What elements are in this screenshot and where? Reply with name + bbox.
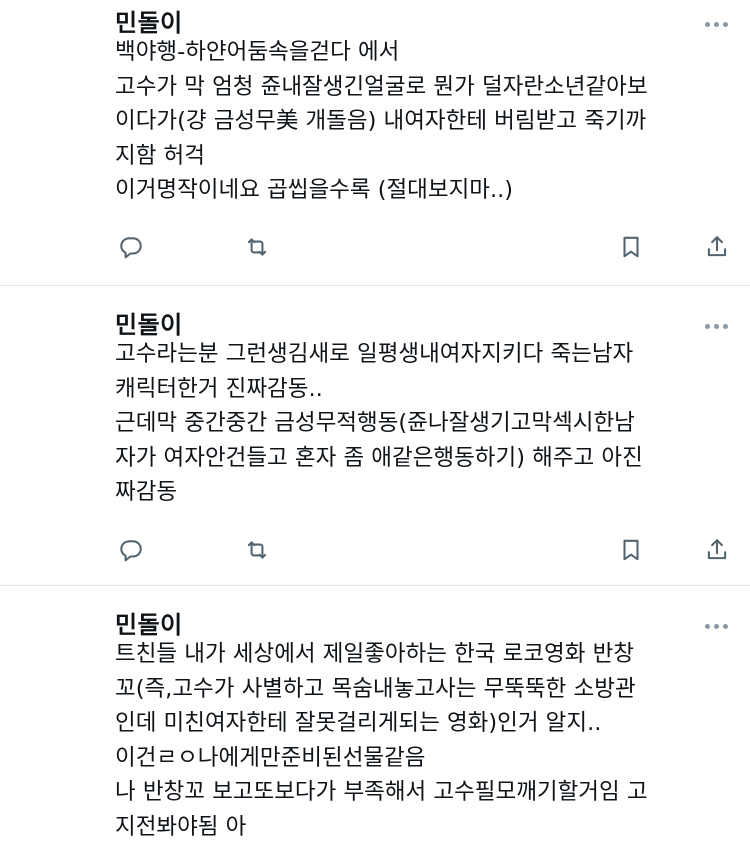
share-icon[interactable] xyxy=(702,232,732,262)
bookmark-icon[interactable] xyxy=(616,535,646,565)
share-icon[interactable] xyxy=(702,535,732,565)
tweet[interactable]: 민돌이 백야행-하얀어둠속을걷다 에서 고수가 막 엄청 쥰내잘생긴얼굴로 뭔가… xyxy=(0,0,750,285)
tweet-text-line: 지함 허걱 xyxy=(115,142,205,169)
tweet-text-line: 짜감동 xyxy=(115,479,178,505)
tweet-text-line: 트친들 내가 세상에서 제일좋아하는 한국 로코영화 반창 xyxy=(115,641,635,667)
retweet-icon[interactable] xyxy=(242,535,272,565)
tweet-text-line: 고수가 막 엄청 쥰내잘생긴얼굴로 뭔가 덜자란소년같아보 xyxy=(115,73,648,100)
bookmark-icon[interactable] xyxy=(616,232,646,262)
tweet-text-line: 꼬(즉,고수가 사별하고 목숨내놓고사는 무뚝뚝한 소방관 xyxy=(115,675,636,702)
more-icon[interactable] xyxy=(701,318,728,329)
tweet[interactable]: 민돌이 고수라는분 그런생김새로 일평생내여자지키다 죽는남자 캐릭터한거 진짜… xyxy=(0,286,750,585)
tweet-text-line: 나 반창꼬 보고또보다가 부족해서 고수필모깨기할거임 고 xyxy=(115,779,648,805)
tweet-text-line: 고수라는분 그런생김새로 일평생내여자지키다 죽는남자 xyxy=(115,341,634,367)
tweet-text-line: 캐릭터한거 진짜감동.. xyxy=(115,375,323,402)
tweet-actions xyxy=(0,232,750,262)
reply-icon[interactable] xyxy=(116,232,146,262)
tweet-text-line: 자가 여자안건들고 혼자 좀 애같은행동하기) 해주고 아진 xyxy=(115,444,643,471)
reply-icon[interactable] xyxy=(116,535,146,565)
author-name[interactable]: 민돌이 xyxy=(115,305,183,340)
tweet-text: 고수라는분 그런생김새로 일평생내여자지키다 죽는남자 캐릭터한거 진짜감동..… xyxy=(115,337,735,510)
retweet-icon[interactable] xyxy=(242,232,272,262)
tweet-actions xyxy=(0,535,750,565)
tweet-text-line: 근데막 중간중간 금성무적행동(쥰나잘생기고막섹시한남 xyxy=(115,410,635,436)
tweet-text-line: 지전봐야됨 아 xyxy=(115,813,247,840)
more-icon[interactable] xyxy=(701,618,728,629)
author-name[interactable]: 민돌이 xyxy=(115,605,183,640)
tweet-text-line: 이건ㄹㅇ나에게만준비된선물같음 xyxy=(115,744,426,771)
tweet-text-line: 이거명작이네요 곱씹을수록 (절대보지마..) xyxy=(115,177,514,203)
tweet-text-line: 이다가(걍 금성무美 개돌음) 내여자한테 버림받고 죽기까 xyxy=(115,108,647,134)
author-name[interactable]: 민돌이 xyxy=(115,3,183,38)
tweet-text-line: 인데 미친여자한테 잘못걸리게되는 영화)인거 알지.. xyxy=(115,710,602,736)
more-icon[interactable] xyxy=(701,16,728,27)
tweet[interactable]: 민돌이 트친들 내가 세상에서 제일좋아하는 한국 로코영화 반창 꼬(즉,고수… xyxy=(0,586,750,860)
tweet-text-line: 백야행-하얀어둠속을걷다 에서 xyxy=(115,39,400,65)
tweet-text: 백야행-하얀어둠속을걷다 에서 고수가 막 엄청 쥰내잘생긴얼굴로 뭔가 덜자란… xyxy=(115,35,735,208)
tweet-text: 트친들 내가 세상에서 제일좋아하는 한국 로코영화 반창 꼬(즉,고수가 사별… xyxy=(115,637,735,844)
